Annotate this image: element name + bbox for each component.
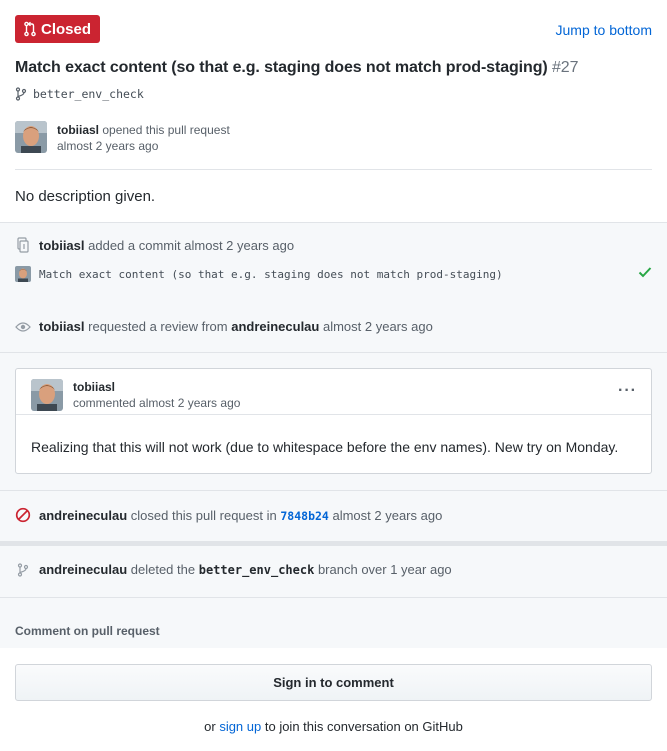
git-branch-icon (15, 87, 27, 101)
signup-prefix: or (204, 719, 216, 734)
event-suffix: branch over 1 year ago (317, 562, 452, 577)
status-label: Closed (41, 20, 92, 38)
sign-up-link[interactable]: sign up (219, 719, 261, 734)
pr-description: No description given. (15, 188, 156, 205)
comment-body: Realizing that this will not work (due t… (31, 439, 619, 455)
event-time[interactable]: almost 2 years ago (332, 508, 442, 523)
event-user[interactable]: tobiiasl (39, 319, 85, 334)
branch-info: better_env_check (15, 87, 144, 101)
commit-sha-link[interactable]: 7848b24 (280, 509, 328, 523)
comment-time[interactable]: commented almost 2 years ago (73, 396, 240, 410)
signup-prompt: or sign up to join this conversation on … (0, 719, 667, 734)
pr-title-text: Match exact content (so that e.g. stagin… (15, 59, 548, 76)
event-action: requested a review from (88, 319, 228, 334)
divider (15, 169, 652, 170)
comment-header: tobiiasl commented almost 2 years ago ··… (16, 369, 651, 415)
pull-request-icon (24, 21, 36, 37)
signup-suffix: to join this conversation on GitHub (264, 719, 463, 734)
opener-user[interactable]: tobiiasl (57, 123, 99, 137)
git-branch-icon (17, 562, 29, 577)
review-event: tobiiasl requested a review from andrein… (15, 319, 652, 334)
check-icon[interactable] (638, 265, 652, 279)
commit-item: Match exact content (so that e.g. stagin… (15, 265, 652, 283)
event-user[interactable]: andreineculau (39, 562, 127, 577)
event-action: deleted the (130, 562, 196, 577)
divider (0, 352, 667, 353)
opener-text: tobiiasl opened this pull request almost… (57, 122, 230, 154)
divider (0, 597, 667, 598)
commit-message[interactable]: Match exact content (so that e.g. stagin… (39, 268, 503, 281)
opener-time[interactable]: almost 2 years ago (57, 139, 158, 153)
page-title: Match exact content (so that e.g. stagin… (15, 59, 578, 77)
event-user[interactable]: andreineculau (39, 508, 127, 523)
avatar[interactable] (31, 379, 63, 411)
pr-header: Closed Jump to bottom (15, 15, 652, 43)
jump-to-bottom-link[interactable]: Jump to bottom (556, 22, 653, 38)
circle-slash-icon (15, 507, 31, 523)
status-badge: Closed (15, 15, 101, 43)
git-commit-icon (17, 237, 29, 253)
comment: tobiiasl commented almost 2 years ago ··… (15, 368, 652, 474)
close-event: andreineculau closed this pull request i… (15, 507, 652, 523)
reviewer-user[interactable]: andreineculau (231, 319, 319, 334)
more-options-button[interactable]: ··· (618, 383, 637, 399)
comment-author[interactable]: tobiiasl (73, 380, 115, 394)
eye-icon (15, 321, 31, 332)
event-time[interactable]: almost 2 years ago (323, 319, 433, 334)
commit-event: tobiiasl added a commit almost 2 years a… (15, 237, 652, 253)
opener-action: opened this pull request (102, 123, 230, 137)
comment-section-label: Comment on pull request (15, 624, 160, 638)
avatar[interactable] (15, 121, 47, 153)
event-action: closed this pull request in (130, 507, 277, 523)
pr-number: #27 (551, 59, 579, 76)
deleted-branch-name: better_env_check (198, 563, 315, 577)
event-time[interactable]: almost 2 years ago (184, 238, 294, 253)
event-action: added a commit (88, 237, 181, 253)
commit-avatar[interactable] (15, 266, 31, 282)
sign-in-to-comment-button[interactable]: Sign in to comment (15, 664, 652, 701)
branch-name[interactable]: better_env_check (33, 87, 144, 101)
timeline-break (0, 541, 667, 546)
event-user[interactable]: tobiiasl (39, 238, 85, 253)
delete-branch-event: andreineculau deleted the better_env_che… (15, 562, 652, 577)
divider (0, 490, 667, 491)
